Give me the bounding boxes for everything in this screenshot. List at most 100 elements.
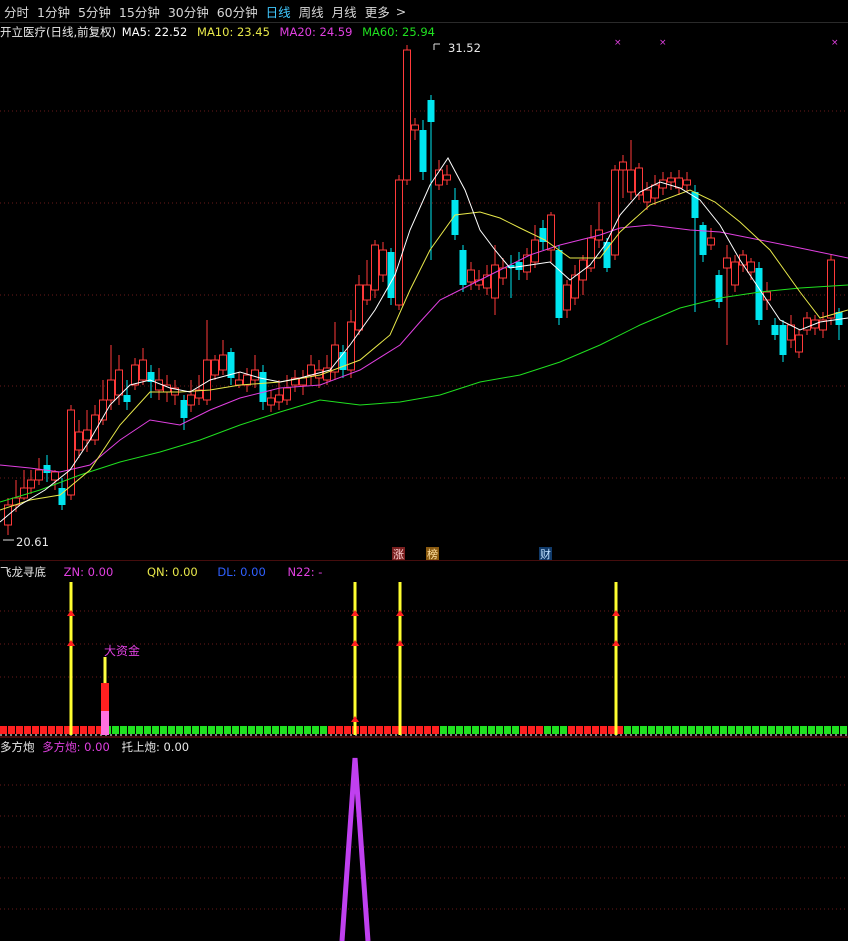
- candle: [251, 355, 259, 388]
- signal-bar-cell: [832, 726, 839, 734]
- signal-bar-cell: [168, 726, 175, 734]
- signal-bar-cell: [800, 726, 807, 734]
- signal-bar-cell: [536, 726, 543, 734]
- signal-bar-cell: [232, 726, 239, 734]
- tab-9[interactable]: 更多: [361, 2, 394, 21]
- signal-bar-cell: [280, 726, 287, 734]
- candle: [451, 188, 459, 240]
- signal-bar-cell: [160, 726, 167, 734]
- candle: [35, 458, 43, 485]
- up-arrow-icon: [351, 716, 359, 722]
- signal-bar-cell: [728, 726, 735, 734]
- candle: [283, 375, 291, 405]
- candle: [483, 265, 491, 295]
- candle: [187, 380, 195, 412]
- cross-marker: ×: [659, 38, 667, 48]
- signal-bar-cell: [568, 726, 575, 734]
- candle: [219, 340, 227, 375]
- signal-bar-cell: [584, 726, 591, 734]
- signal-bar-cell: [288, 726, 295, 734]
- indicator2-title[interactable]: 多方炮: [0, 740, 35, 754]
- tab-0[interactable]: 分时: [0, 2, 33, 21]
- signal-bar-cell: [512, 726, 519, 734]
- candle: [419, 120, 427, 180]
- candle: [91, 405, 99, 445]
- signal-bar-cell: [376, 726, 383, 734]
- signal-bar-cell: [24, 726, 31, 734]
- tab-5[interactable]: 60分钟: [213, 2, 262, 21]
- duofangpao-indicator-chart[interactable]: [0, 753, 848, 941]
- ma60-value: MA60: 25.94: [362, 25, 435, 39]
- tab-3[interactable]: 15分钟: [115, 2, 164, 21]
- signal-bar-cell: [384, 726, 391, 734]
- high-price-label: 31.52: [448, 41, 481, 55]
- zhang-marker[interactable]: 涨: [393, 548, 404, 561]
- zn-value: ZN: 0.00: [63, 565, 114, 579]
- candle: [667, 172, 675, 190]
- signal-bar-cell: [8, 726, 15, 734]
- candle: [163, 375, 171, 402]
- signal-bar-cell: [416, 726, 423, 734]
- signal-bar-cell: [552, 726, 559, 734]
- tab-4[interactable]: 30分钟: [164, 2, 213, 21]
- candle: [803, 312, 811, 335]
- low-price-label: 20.61: [16, 535, 49, 549]
- qn-value: QN: 0.00: [146, 565, 198, 579]
- period-tab-bar: 分时 1分钟 5分钟 15分钟 30分钟 60分钟 日线 周线 月线 更多 >: [0, 0, 848, 23]
- tab-7[interactable]: 周线: [295, 2, 328, 21]
- signal-bar-cell: [520, 726, 527, 734]
- signal-bar-cell: [40, 726, 47, 734]
- tab-6[interactable]: 日线: [262, 2, 295, 21]
- candle: [675, 170, 683, 195]
- event-markers: 涨 榜 财: [392, 547, 552, 561]
- candle: [307, 355, 315, 385]
- up-arrow-icon: [67, 640, 75, 646]
- tab-2[interactable]: 5分钟: [74, 2, 115, 21]
- candle: [411, 118, 419, 140]
- candle: [4, 498, 12, 535]
- more-arrow-icon[interactable]: >: [392, 4, 410, 19]
- candle: [627, 140, 635, 200]
- candle: [363, 260, 371, 305]
- signal-bar-cell: [752, 726, 759, 734]
- signal-bar-cell: [264, 726, 271, 734]
- candle: [331, 322, 339, 380]
- candlestick-chart[interactable]: 31.52 20.61 × × × 涨 榜 财: [0, 38, 848, 561]
- candle: [523, 248, 531, 280]
- bang-marker[interactable]: 榜: [427, 547, 438, 561]
- buy-signal-spike: [351, 582, 359, 735]
- candle: [507, 255, 515, 298]
- candle: [403, 45, 411, 185]
- signal-bar-cell: [128, 726, 135, 734]
- candle: [123, 380, 131, 410]
- candle: [27, 470, 35, 494]
- feilong-indicator-chart[interactable]: 大资金: [0, 578, 848, 738]
- candle: [195, 375, 203, 405]
- tab-1[interactable]: 1分钟: [33, 2, 74, 21]
- candle: [491, 245, 499, 315]
- signal-bar-cell: [816, 726, 823, 734]
- candle: [531, 225, 539, 268]
- signal-bar-cell: [840, 726, 847, 734]
- candle: [299, 370, 307, 395]
- signal-bar-cell: [688, 726, 695, 734]
- tab-8[interactable]: 月线: [328, 2, 361, 21]
- indicator1-title[interactable]: 飞龙寻底: [0, 565, 46, 579]
- signal-bar-cell: [440, 726, 447, 734]
- signal-bar-cell: [56, 726, 63, 734]
- signal-bar-cell: [528, 726, 535, 734]
- cai-marker[interactable]: 财: [540, 547, 551, 561]
- signal-bar-cell: [464, 726, 471, 734]
- candle: [571, 265, 579, 305]
- candle: [387, 248, 395, 305]
- signal-bar-cell: [224, 726, 231, 734]
- candle: [755, 262, 763, 325]
- candle: [115, 355, 123, 405]
- signal-bar-cell: [296, 726, 303, 734]
- signal-bar-cell: [312, 726, 319, 734]
- ma20-value: MA20: 24.59: [279, 25, 353, 39]
- signal-bar-cell: [560, 726, 567, 734]
- signal-bar-cell: [432, 726, 439, 734]
- signal-bar-cell: [632, 726, 639, 734]
- candle: [139, 348, 147, 385]
